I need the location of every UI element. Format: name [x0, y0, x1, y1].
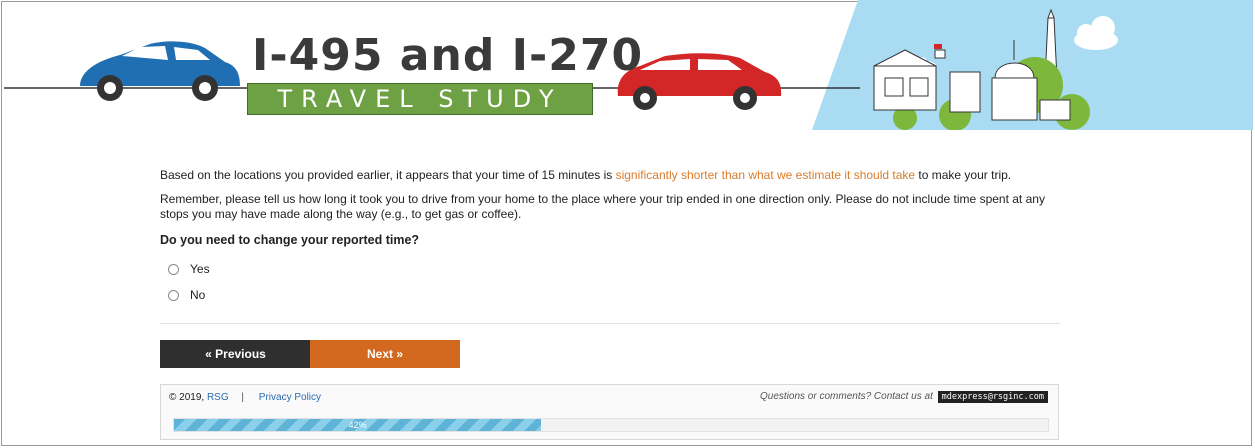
rsg-link[interactable]: RSG	[207, 392, 229, 403]
option-yes-label: Yes	[190, 262, 210, 276]
next-button[interactable]: Next »	[310, 340, 460, 368]
radio-no[interactable]	[168, 290, 179, 301]
contact-email[interactable]: mdexpress@rsginc.com	[937, 391, 1048, 403]
instruction-paragraph: Remember, please tell us how long it too…	[160, 192, 1045, 221]
copyright-text: © 2019,	[169, 392, 205, 403]
radio-yes[interactable]	[168, 264, 179, 275]
blue-car-icon	[80, 41, 240, 101]
privacy-policy-link[interactable]: Privacy Policy	[259, 392, 321, 403]
footer-links: © 2019, RSG | Privacy Policy	[169, 392, 321, 403]
progress-fill: 42%	[174, 419, 542, 431]
option-yes[interactable]: Yes	[168, 262, 210, 277]
footer-separator: |	[241, 392, 245, 403]
estimate-paragraph: Based on the locations you provided earl…	[160, 168, 1100, 183]
estimate-text-start: Based on the locations you provided earl…	[160, 168, 616, 182]
contact-text: Questions or comments? Contact us at	[760, 391, 933, 402]
progress-bar: 42%	[173, 418, 1049, 432]
question-text: Do you need to change your reported time…	[160, 233, 420, 247]
study-title: I-495 and I-270	[252, 30, 644, 81]
previous-button[interactable]: « Previous	[160, 340, 311, 368]
estimate-highlight: significantly shorter than what we estim…	[615, 168, 916, 182]
flag-icon	[934, 44, 942, 49]
option-no-label: No	[190, 288, 206, 302]
contact-info: Questions or comments? Contact us at mde…	[760, 391, 1048, 403]
estimate-text-end: to make your trip.	[915, 168, 1012, 182]
footer: © 2019, RSG | Privacy Policy Questions o…	[160, 384, 1059, 440]
study-subtitle: TRAVEL STUDY	[247, 83, 593, 115]
header-banner: I-495 and I-270 TRAVEL STUDY	[0, 0, 1253, 130]
option-no[interactable]: No	[168, 288, 205, 303]
divider	[160, 323, 1060, 324]
